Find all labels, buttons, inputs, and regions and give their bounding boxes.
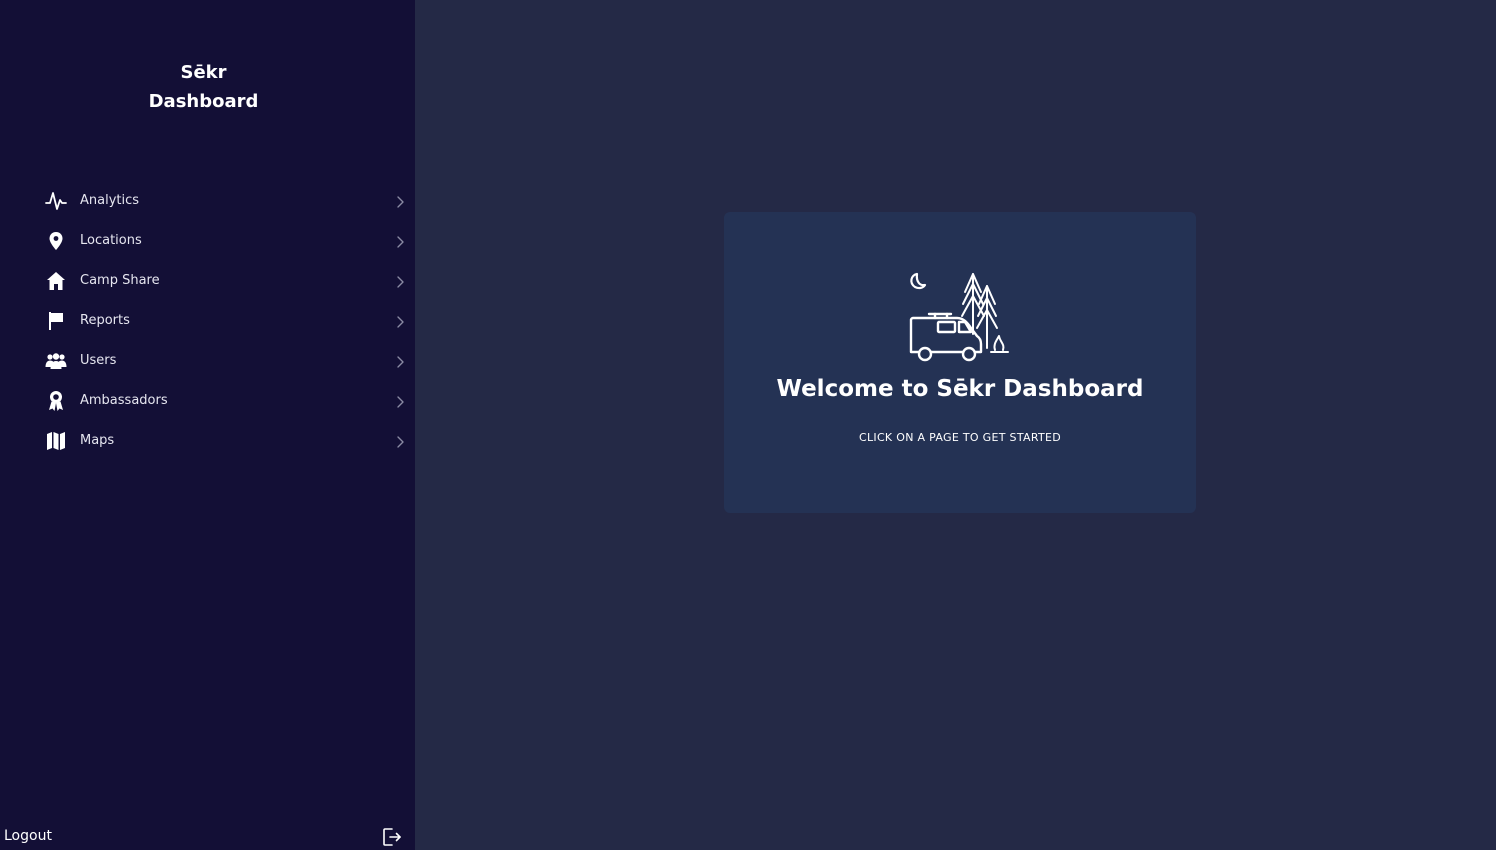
chevron-right-icon: [394, 394, 406, 408]
sidebar-item-ambassadors[interactable]: Ambassadors: [0, 381, 415, 421]
users-icon: [44, 350, 68, 372]
app-root: Sēkr Dashboard Analytics Locations Camp …: [0, 0, 1496, 850]
chevron-right-icon: [394, 194, 406, 208]
activity-icon: [44, 190, 68, 212]
brand-line-1: Sēkr: [180, 62, 227, 83]
sidebar-item-label: Ambassadors: [80, 393, 168, 408]
sidebar-item-locations[interactable]: Locations: [0, 221, 415, 261]
welcome-title: Welcome to Sēkr Dashboard: [776, 376, 1144, 402]
sidebar-item-camp-share[interactable]: Camp Share: [0, 261, 415, 301]
chevron-right-icon: [394, 274, 406, 288]
sidebar: Sēkr Dashboard Analytics Locations Camp …: [0, 0, 415, 850]
logout-button[interactable]: Logout: [0, 824, 415, 850]
flag-icon: [44, 310, 68, 332]
welcome-card: Welcome to Sēkr Dashboard CLICK ON A PAG…: [724, 212, 1196, 513]
sidebar-item-label: Users: [80, 353, 117, 368]
sidebar-item-label: Locations: [80, 233, 142, 248]
chevron-right-icon: [394, 434, 406, 448]
home-icon: [44, 270, 68, 292]
welcome-subtitle: CLICK ON A PAGE TO GET STARTED: [859, 431, 1061, 444]
sidebar-item-label: Maps: [80, 433, 115, 448]
map-icon: [44, 430, 68, 452]
sidebar-item-reports[interactable]: Reports: [0, 301, 415, 341]
map-pin-icon: [44, 230, 68, 252]
chevron-right-icon: [394, 314, 406, 328]
sidebar-item-analytics[interactable]: Analytics: [0, 181, 415, 221]
sidebar-item-label: Camp Share: [80, 273, 160, 288]
camper-van-trees-icon: [907, 270, 1013, 366]
sidebar-item-maps[interactable]: Maps: [0, 421, 415, 461]
chevron-right-icon: [394, 354, 406, 368]
sidebar-item-label: Analytics: [80, 193, 140, 208]
brand-title: Sēkr Dashboard: [0, 58, 407, 116]
award-icon: [44, 390, 68, 412]
sidebar-nav: Analytics Locations Camp Share Reports U…: [0, 181, 415, 461]
sidebar-item-users[interactable]: Users: [0, 341, 415, 381]
brand-line-2: Dashboard: [148, 91, 259, 112]
logout-label: Logout: [4, 828, 52, 844]
logout-icon[interactable]: [381, 826, 403, 848]
chevron-right-icon: [394, 234, 406, 248]
sidebar-item-label: Reports: [80, 313, 130, 328]
